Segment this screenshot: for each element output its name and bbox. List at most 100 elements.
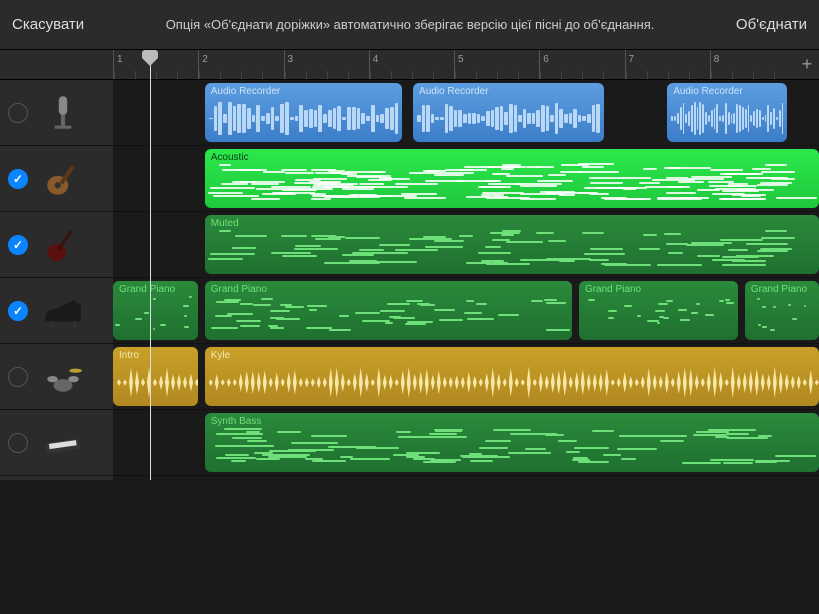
track-header-drums[interactable]	[0, 344, 113, 410]
ruler-tick	[518, 71, 539, 79]
ruler-tick	[540, 71, 561, 79]
track-instrument-icon	[38, 88, 88, 138]
playhead[interactable]	[150, 50, 151, 480]
drums-icon	[42, 356, 84, 398]
ruler-tick	[306, 71, 327, 79]
track-select-checkbox[interactable]	[8, 433, 28, 453]
ruler-tick	[199, 71, 220, 79]
ruler-tick	[370, 71, 391, 79]
region-label: Grand Piano	[585, 284, 641, 295]
region-label: Muted	[211, 218, 239, 229]
region-label: Audio Recorder	[673, 86, 742, 97]
region[interactable]: Grand Piano	[579, 281, 738, 340]
region-label: Kyle	[211, 350, 230, 361]
waveform	[209, 99, 399, 138]
region[interactable]: Grand Piano	[745, 281, 819, 340]
ruler-tick	[241, 71, 262, 79]
track-select-checkbox[interactable]	[8, 301, 28, 321]
ruler-tick	[455, 71, 476, 79]
midi-notes	[207, 427, 817, 469]
ruler-tick	[412, 71, 433, 79]
region[interactable]: Kyle	[205, 347, 819, 406]
ruler-tick	[156, 71, 177, 79]
ruler-tick	[262, 71, 283, 79]
midi-notes	[115, 295, 196, 337]
ruler-segment[interactable]: 5	[454, 50, 539, 79]
track-lane-drums[interactable]: Intro Kyle	[113, 344, 819, 410]
track-lane-guitar[interactable]: Acoustic	[113, 146, 819, 212]
header-bar: Скасувати Опція «Об'єднати доріжки» авто…	[0, 0, 819, 50]
track-instrument-icon	[38, 352, 88, 402]
region[interactable]: Muted	[205, 215, 819, 274]
ruler-segment[interactable]: 7	[625, 50, 710, 79]
track-lane-vocal[interactable]: Audio Recorder Audio Recorder Audio Record…	[113, 80, 819, 146]
timeline-ruler[interactable]: 1 2 3 4 5 678 +	[0, 50, 819, 80]
ruler-tick	[689, 71, 710, 79]
ruler-segment[interactable]: 3	[284, 50, 369, 79]
ruler-number: 4	[373, 54, 379, 65]
ruler-segment[interactable]: 2	[198, 50, 283, 79]
track-header-bass[interactable]	[0, 212, 113, 278]
ruler-tick	[177, 71, 198, 79]
track-select-checkbox[interactable]	[8, 235, 28, 255]
waveform	[209, 363, 815, 402]
track-select-checkbox[interactable]	[8, 367, 28, 387]
track-instrument-icon	[38, 418, 88, 468]
piano-icon	[42, 290, 84, 332]
region[interactable]: Audio Recorder	[205, 83, 403, 142]
cancel-button[interactable]: Скасувати	[12, 16, 84, 33]
ruler-tick	[561, 71, 582, 79]
track-headers	[0, 80, 113, 480]
track-lane-bass[interactable]: Muted	[113, 212, 819, 278]
ruler-number: 5	[458, 54, 464, 65]
ruler-number: 3	[288, 54, 294, 65]
region[interactable]: Acoustic	[205, 149, 819, 208]
merge-button[interactable]: Об'єднати	[736, 16, 807, 33]
track-instrument-icon	[38, 286, 88, 336]
info-text: Опція «Об'єднати доріжки» автоматично зб…	[84, 17, 736, 32]
track-header-synth[interactable]	[0, 410, 113, 476]
ruler-tick	[647, 71, 668, 79]
ruler-segment[interactable]: 6	[539, 50, 624, 79]
track-lane-piano[interactable]: Grand PianoGrand PianoGrand PianoGrand P…	[113, 278, 819, 344]
midi-notes	[581, 295, 736, 337]
region[interactable]: Synth Bass	[205, 413, 819, 472]
region[interactable]: Audio Recorder	[413, 83, 604, 142]
track-instrument-icon	[38, 220, 88, 270]
ruler-spacer	[0, 50, 113, 79]
midi-notes	[747, 295, 817, 337]
ruler-tick	[711, 71, 732, 79]
ruler-tick	[668, 71, 689, 79]
track-header-vocal[interactable]	[0, 80, 113, 146]
microphone-icon	[42, 92, 84, 134]
ruler-number: 1	[117, 54, 123, 65]
region[interactable]: Intro	[113, 347, 198, 406]
region[interactable]: Grand Piano	[205, 281, 572, 340]
ruler-tick	[285, 71, 306, 79]
track-lane-synth[interactable]: Synth Bass	[113, 410, 819, 476]
track-select-checkbox[interactable]	[8, 103, 28, 123]
waveform	[671, 99, 783, 138]
track-header-guitar[interactable]	[0, 146, 113, 212]
ruler-segment[interactable]: 8	[710, 50, 795, 79]
track-header-piano[interactable]	[0, 278, 113, 344]
add-track-button[interactable]: +	[795, 50, 819, 79]
waveform	[417, 99, 600, 138]
ruler-tick	[476, 71, 497, 79]
ruler-tick	[433, 71, 454, 79]
ruler-tick	[753, 71, 774, 79]
ruler-number: 8	[714, 54, 720, 65]
region[interactable]: Audio Recorder	[667, 83, 787, 142]
track-instrument-icon	[38, 154, 88, 204]
region-label: Grand Piano	[751, 284, 807, 295]
ruler-tick	[220, 71, 241, 79]
ruler-tick	[774, 71, 795, 79]
track-select-checkbox[interactable]	[8, 169, 28, 189]
ruler-number: 2	[202, 54, 208, 65]
waveform	[117, 363, 194, 402]
keyboard-icon	[42, 422, 84, 464]
track-lanes[interactable]: Audio Recorder Audio Recorder Audio Record…	[113, 80, 819, 480]
region[interactable]: Grand Piano	[113, 281, 198, 340]
ruler-segment[interactable]: 4	[369, 50, 454, 79]
region-label: Audio Recorder	[211, 86, 280, 97]
